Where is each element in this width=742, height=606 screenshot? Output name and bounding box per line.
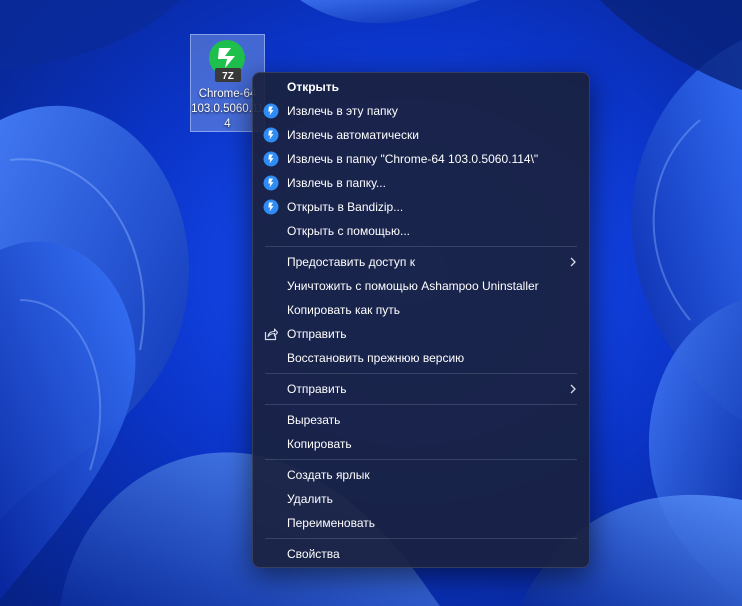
bandizip-icon: [263, 127, 279, 143]
menu-item-label: Вырезать: [287, 413, 341, 427]
menu-item-label: Восстановить прежнюю версию: [287, 351, 465, 365]
menu-separator: [265, 459, 577, 460]
menu-item-label: Свойства: [287, 547, 340, 561]
menu-item-ashampoo-uninstall[interactable]: Уничтожить с помощью Ashampoo Uninstalle…: [257, 274, 585, 298]
menu-item-open[interactable]: Открыть: [257, 75, 585, 99]
menu-item-share[interactable]: Отправить: [257, 322, 585, 346]
menu-item-extract-to[interactable]: Извлечь в папку...: [257, 171, 585, 195]
menu-separator: [265, 246, 577, 247]
menu-item-delete[interactable]: Удалить: [257, 487, 585, 511]
menu-item-extract-to-folder[interactable]: Извлечь в папку "Chrome-64 103.0.5060.11…: [257, 147, 585, 171]
menu-item-label: Открыть: [287, 80, 340, 94]
menu-item-label: Извлечь в папку "Chrome-64 103.0.5060.11…: [287, 152, 539, 166]
menu-item-extract-auto[interactable]: Извлечь автоматически: [257, 123, 585, 147]
menu-item-open-in-bandizip[interactable]: Открыть в Bandizip...: [257, 195, 585, 219]
menu-item-label: Открыть с помощью...: [287, 224, 411, 238]
7z-archive-icon: 7Z: [209, 40, 245, 82]
bandizip-icon: [263, 199, 279, 215]
menu-item-label: Копировать как путь: [287, 303, 400, 317]
menu-item-label: Уничтожить с помощью Ashampoo Uninstalle…: [287, 279, 539, 293]
menu-item-label: Извлечь в папку...: [287, 176, 386, 190]
menu-item-properties[interactable]: Свойства: [257, 542, 585, 566]
menu-item-extract-here[interactable]: Извлечь в эту папку: [257, 99, 585, 123]
menu-item-label: Отправить: [287, 382, 347, 396]
menu-item-restore-previous[interactable]: Восстановить прежнюю версию: [257, 346, 585, 370]
menu-item-copy-as-path[interactable]: Копировать как путь: [257, 298, 585, 322]
menu-item-label: Создать ярлык: [287, 468, 370, 482]
menu-item-label: Предоставить доступ к: [287, 255, 415, 269]
archive-badge: 7Z: [222, 71, 234, 82]
menu-item-label: Удалить: [287, 492, 333, 506]
menu-item-label: Извлечь автоматически: [287, 128, 419, 142]
menu-item-rename[interactable]: Переименовать: [257, 511, 585, 535]
menu-item-create-shortcut[interactable]: Создать ярлык: [257, 463, 585, 487]
menu-item-grant-access[interactable]: Предоставить доступ к: [257, 250, 585, 274]
menu-separator: [265, 538, 577, 539]
menu-item-label: Копировать: [287, 437, 352, 451]
menu-item-send-to[interactable]: Отправить: [257, 377, 585, 401]
menu-item-label: Отправить: [287, 327, 347, 341]
menu-separator: [265, 373, 577, 374]
menu-item-label: Извлечь в эту папку: [287, 104, 398, 118]
menu-item-cut[interactable]: Вырезать: [257, 408, 585, 432]
chevron-right-icon: [570, 384, 576, 394]
context-menu: Открыть Извлечь в эту папку Извлечь авто…: [252, 72, 590, 568]
chevron-right-icon: [570, 257, 576, 267]
bandizip-icon: [263, 175, 279, 191]
bandizip-icon: [263, 151, 279, 167]
menu-item-copy[interactable]: Копировать: [257, 432, 585, 456]
share-icon: [264, 328, 279, 341]
menu-item-label: Переименовать: [287, 516, 375, 530]
bandizip-icon: [263, 103, 279, 119]
menu-separator: [265, 404, 577, 405]
menu-item-open-with[interactable]: Открыть с помощью...: [257, 219, 585, 243]
menu-item-label: Открыть в Bandizip...: [287, 200, 404, 214]
